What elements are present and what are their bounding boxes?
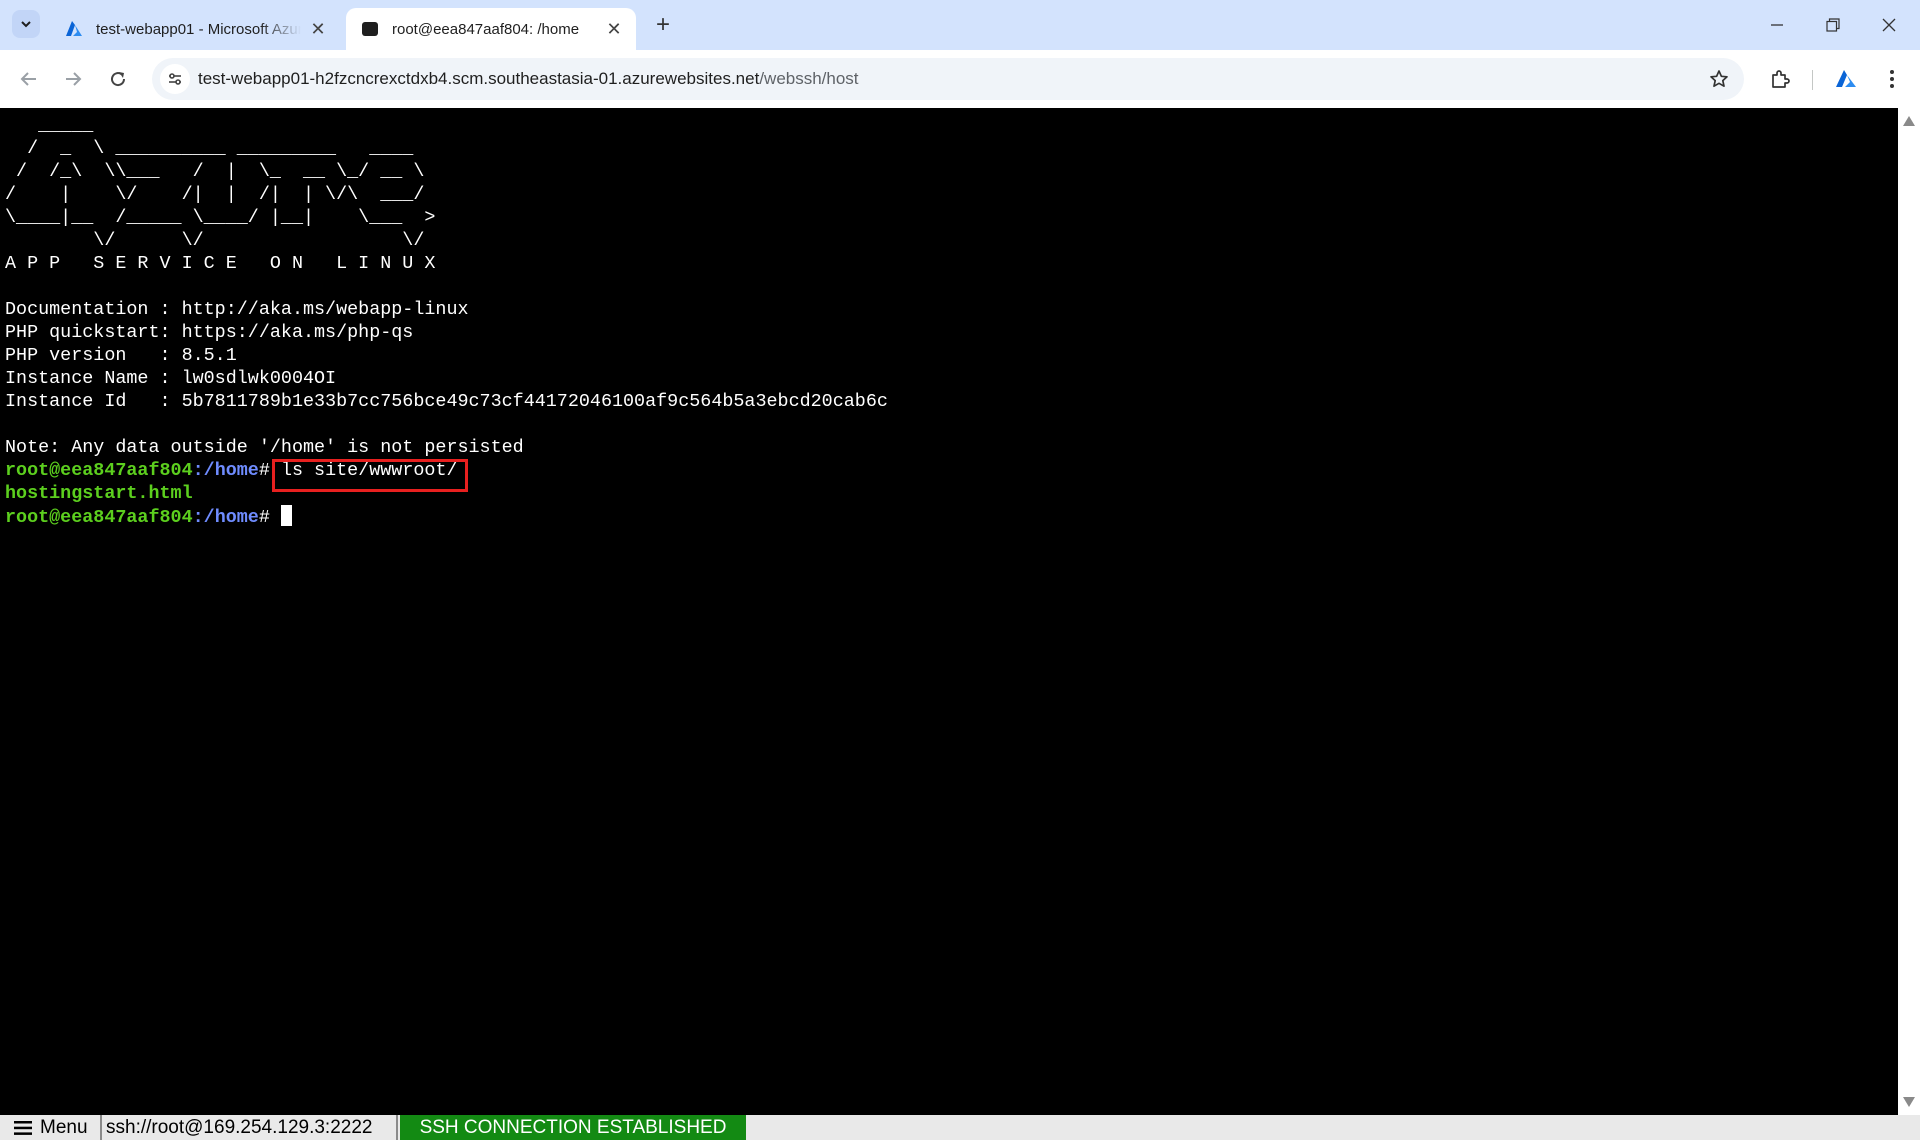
menu-label: Menu [40,1117,88,1138]
info-line: PHP quickstart: https://aka.ms/php-qs [5,322,414,343]
persistence-note: Note: Any data outside '/home' is not pe… [5,437,524,458]
toolbar-divider [1812,70,1813,90]
url-path: /webssh/host [759,69,859,88]
ssh-terminal[interactable]: _____ / _ \ __________ _________ ____ / … [0,108,1898,1115]
reload-icon[interactable] [102,63,134,95]
status-divider [396,1115,398,1140]
banner-line: \/ \/ \/ [5,230,425,251]
info-line: Instance Name : lw0sdlwk0004OI [5,368,337,389]
tab-ssh-session[interactable]: root@eea847aaf804: /home ✕ [346,8,636,50]
terminal-icon [360,19,380,39]
azure-profile-icon[interactable] [1830,63,1862,95]
prompt-symbol: # [258,460,270,481]
more-menu-icon[interactable] [1876,63,1908,95]
connection-string: ssh://root@169.254.129.3:2222 [106,1117,373,1138]
command-output: hostingstart.html [5,483,193,504]
connection-status-badge: SSH CONNECTION ESTABLISHED [400,1115,746,1140]
active-prompt: root@eea847aaf804:/home# [5,505,292,528]
close-window-icon[interactable] [1866,8,1912,42]
minimize-icon[interactable] [1754,8,1800,42]
banner-line: / | \/ /| | /| | \/\ ___/ [5,184,425,205]
banner-line: _____ [5,115,94,136]
browser-toolbar: test-webapp01-h2fzcncrexctdxb4.scm.south… [0,50,1920,108]
terminal-cursor [280,505,292,526]
azure-icon [64,19,84,39]
scroll-up-arrow-icon[interactable] [1903,116,1915,126]
forward-icon[interactable] [57,63,89,95]
tab-strip: test-webapp01 - Microsoft Azure ✕ root@e… [0,0,1920,50]
banner-line: / /_\ \\___ / | \_ __ \_/ __ \ [5,161,425,182]
terminal-scrollbar[interactable] [1898,108,1920,1115]
close-tab-icon[interactable]: ✕ [604,19,624,39]
hamburger-icon [14,1120,32,1135]
prompt-user: root@eea847aaf804 [5,460,193,481]
restore-icon[interactable] [1810,8,1856,42]
url-host: test-webapp01-h2fzcncrexctdxb4.scm.south… [198,69,760,88]
address-bar[interactable]: test-webapp01-h2fzcncrexctdxb4.scm.south… [152,58,1744,100]
tab-title: test-webapp01 - Microsoft Azure [96,20,301,38]
prompt-path: :/home [192,460,259,481]
extensions-icon[interactable] [1764,63,1796,95]
back-icon[interactable] [13,63,45,95]
info-line: Documentation : http://aka.ms/webapp-lin… [5,299,469,320]
prompt-symbol: # [258,507,270,528]
close-tab-icon[interactable]: ✕ [308,19,328,39]
prompt-user: root@eea847aaf804 [5,507,193,528]
status-divider [100,1115,102,1140]
site-info-icon[interactable] [160,64,190,94]
url-text[interactable]: test-webapp01-h2fzcncrexctdxb4.scm.south… [198,69,859,89]
banner-title: A P P S E R V I C E O N L I N U X [5,253,436,274]
info-line: Instance Id : 5b7811789b1e33b7cc756bce49… [5,391,888,412]
scroll-down-arrow-icon[interactable] [1903,1097,1915,1107]
new-tab-icon[interactable]: + [650,11,676,38]
banner-line: / _ \ __________ _________ ____ [5,138,414,159]
tab-azure-portal[interactable]: test-webapp01 - Microsoft Azure ✕ [50,8,340,50]
prompt-path: :/home [192,507,259,528]
tab-title: root@eea847aaf804: /home [392,20,580,38]
chevron-down-icon [21,21,31,28]
command-highlight-box [272,459,468,492]
info-line: PHP version : 8.5.1 [5,345,237,366]
tab-search-button[interactable] [12,10,40,38]
status-bar: Menu ssh://root@169.254.129.3:2222 SSH C… [0,1115,1920,1140]
bookmark-star-icon[interactable] [1706,66,1732,92]
banner-line: \____|__ /_____ \____/ |__| \___ > [5,207,436,228]
menu-button[interactable]: Menu [14,1115,88,1140]
